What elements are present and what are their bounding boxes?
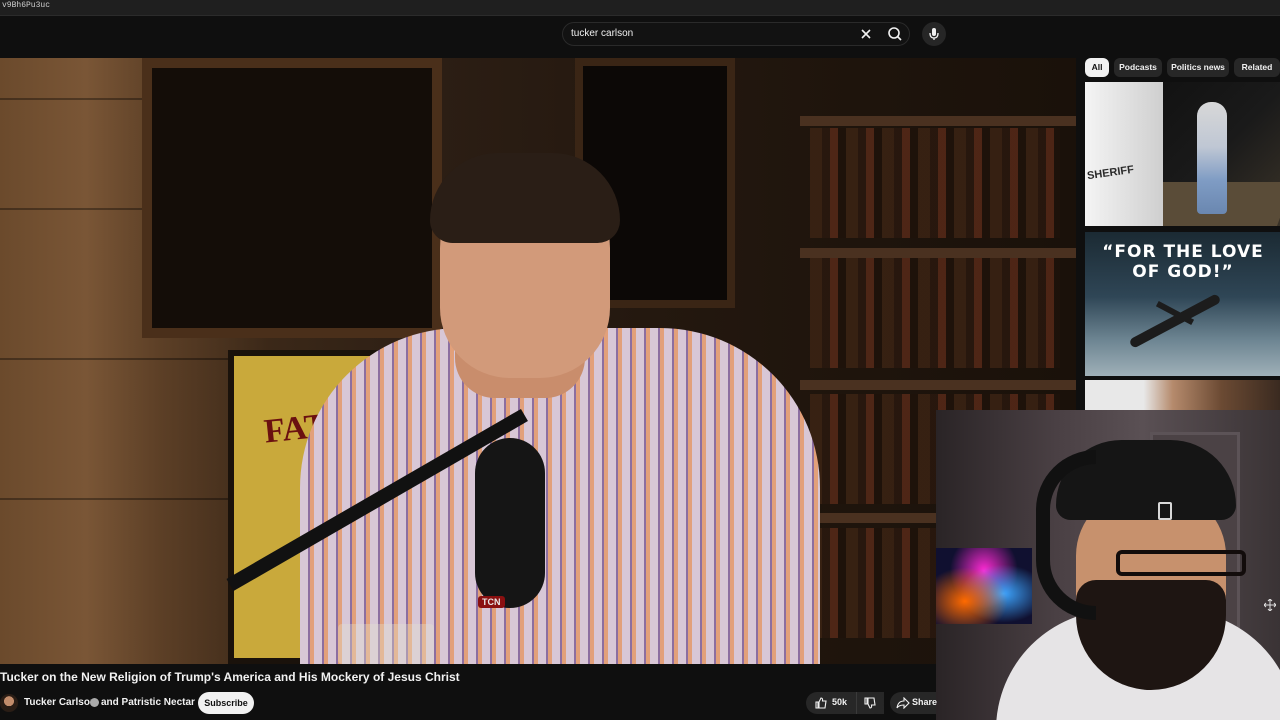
subscribe-button[interactable]: Subscribe xyxy=(198,692,254,714)
thumbnail-police-car: SHERIFF xyxy=(1085,82,1163,226)
browser-strip: v9Bh6Pu3uc xyxy=(0,0,1280,16)
wall-frame xyxy=(142,58,442,338)
thumbnail-text: SHERIFF xyxy=(1086,163,1135,183)
search-icon[interactable] xyxy=(885,25,905,43)
share-button[interactable]: Share xyxy=(890,692,938,714)
bookshelf-shelf xyxy=(800,248,1076,258)
thumbnail-airplane xyxy=(1128,293,1222,349)
mic-brand-label: TCN xyxy=(478,596,505,608)
bookshelf-shelf xyxy=(800,380,1076,390)
bookshelf-shelf xyxy=(800,116,1076,126)
wood-plank xyxy=(0,358,240,360)
bookshelf-books xyxy=(810,258,1060,368)
webcam-overlay xyxy=(936,410,1280,720)
water-glass xyxy=(338,624,434,664)
dislike-button[interactable] xyxy=(856,692,884,714)
share-label: Share xyxy=(912,697,938,707)
related-video-thumbnail[interactable]: SHERIFF xyxy=(1085,82,1280,226)
streamer-glasses xyxy=(1116,550,1246,576)
thumbnail-person xyxy=(1197,102,1227,214)
related-video-thumbnail[interactable] xyxy=(1085,380,1280,410)
url-fragment: v9Bh6Pu3uc xyxy=(2,1,51,10)
thumbs-up-icon xyxy=(815,697,827,709)
avatar[interactable] xyxy=(0,694,18,712)
bookshelf-books xyxy=(810,128,1060,238)
thumbs-down-icon xyxy=(864,697,876,709)
chip-all[interactable]: All xyxy=(1085,58,1109,77)
search-box[interactable]: tucker carlson xyxy=(562,22,910,46)
video-player[interactable]: FATIM TCN xyxy=(0,58,1076,664)
cap-strap xyxy=(1158,502,1172,520)
collaborator-name[interactable]: and Patristic Nectar xyxy=(101,697,195,708)
search-input[interactable]: tucker carlson xyxy=(571,28,633,39)
studio-microphone xyxy=(475,438,545,608)
thumbnail-text: “FOR THE LOVE OF GOD!” xyxy=(1102,242,1264,282)
like-count: 50k xyxy=(832,697,848,707)
related-chips: All Podcasts Politics news Related xyxy=(1085,58,1280,78)
chip-politics-news[interactable]: Politics news xyxy=(1167,58,1229,77)
host-hair xyxy=(430,153,620,243)
wood-plank xyxy=(0,498,240,500)
close-icon[interactable] xyxy=(859,27,873,41)
related-video-thumbnail[interactable]: “FOR THE LOVE OF GOD!” xyxy=(1085,232,1280,376)
chip-podcasts[interactable]: Podcasts xyxy=(1114,58,1162,77)
move-cursor-icon xyxy=(1264,599,1276,611)
verified-icon xyxy=(90,698,99,707)
channel-row: Tucker Carlson and Patristic Nectar Subs… xyxy=(0,690,930,716)
channel-name[interactable]: Tucker Carlson xyxy=(24,697,96,708)
video-title: Tucker on the New Religion of Trump's Am… xyxy=(0,670,460,684)
share-icon xyxy=(896,697,910,709)
microphone-icon[interactable] xyxy=(922,22,946,46)
chip-related[interactable]: Related xyxy=(1234,58,1280,77)
